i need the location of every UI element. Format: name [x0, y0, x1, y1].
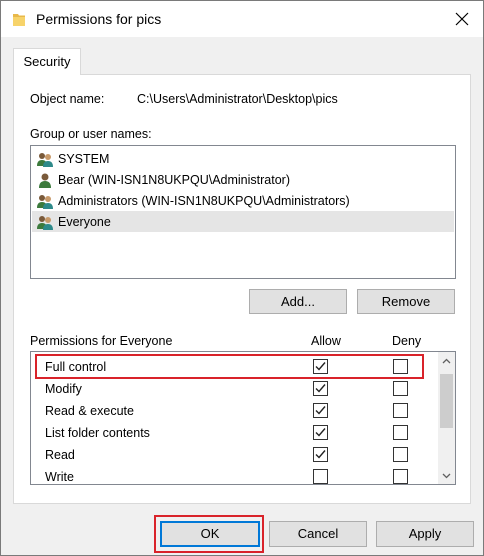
remove-button[interactable]: Remove	[357, 289, 455, 314]
deny-checkbox[interactable]	[393, 447, 408, 462]
users-group-icon	[37, 194, 53, 209]
allow-column-header: Allow	[311, 334, 341, 348]
list-item-label: Administrators (WIN-ISN1N8UKPQU\Administ…	[58, 193, 350, 208]
highlight-ok	[154, 515, 264, 553]
list-item[interactable]: SYSTEM	[32, 148, 454, 169]
permission-row-modify: Modify	[31, 378, 439, 400]
permission-row-write: Write	[31, 466, 439, 484]
list-item[interactable]: Bear (WIN-ISN1N8UKPQU\Administrator)	[32, 169, 454, 190]
allow-checkbox[interactable]	[313, 381, 328, 396]
folder-icon	[13, 14, 25, 26]
users-group-icon	[37, 152, 53, 167]
highlight-full-control	[35, 354, 424, 379]
list-item-selected[interactable]: Everyone	[32, 211, 454, 232]
users-group-icon	[37, 215, 53, 230]
permission-name: Read	[45, 448, 75, 462]
permission-name: List folder contents	[45, 426, 150, 440]
scroll-up-button[interactable]	[438, 352, 455, 369]
vertical-scrollbar[interactable]	[438, 352, 455, 484]
deny-checkbox[interactable]	[393, 403, 408, 418]
close-icon	[455, 12, 469, 26]
group-names-label: Group or user names:	[30, 127, 152, 141]
permission-row-list-folder: List folder contents	[31, 422, 439, 444]
chevron-down-icon	[442, 473, 451, 478]
list-item[interactable]: Administrators (WIN-ISN1N8UKPQU\Administ…	[32, 190, 454, 211]
list-item-label: Bear (WIN-ISN1N8UKPQU\Administrator)	[58, 172, 290, 187]
chevron-up-icon	[442, 358, 451, 363]
permission-name: Write	[45, 470, 74, 484]
allow-checkbox[interactable]	[313, 403, 328, 418]
permission-name: Read & execute	[45, 404, 134, 418]
tab-security[interactable]: Security	[13, 48, 81, 75]
allow-checkbox[interactable]	[313, 447, 328, 462]
checkmark-icon	[315, 428, 326, 437]
checkmark-icon	[315, 406, 326, 415]
permissions-dialog: Permissions for pics Security Object nam…	[0, 0, 484, 556]
checkmark-icon	[315, 450, 326, 459]
allow-checkbox[interactable]	[313, 425, 328, 440]
permission-name: Modify	[45, 382, 82, 396]
scrollbar-thumb[interactable]	[440, 374, 453, 428]
apply-button[interactable]: Apply	[376, 521, 474, 547]
title-bar[interactable]: Permissions for pics	[1, 1, 483, 37]
scroll-down-button[interactable]	[438, 467, 455, 484]
permission-row-read: Read	[31, 444, 439, 466]
deny-checkbox[interactable]	[393, 469, 408, 484]
allow-checkbox[interactable]	[313, 469, 328, 484]
group-user-list[interactable]: SYSTEM Bear (WIN-ISN1N8UKPQU\Administrat…	[30, 145, 456, 279]
list-item-label: SYSTEM	[58, 151, 110, 166]
object-name-value: C:\Users\Administrator\Desktop\pics	[137, 92, 338, 106]
deny-column-header: Deny	[392, 334, 422, 348]
add-button[interactable]: Add...	[249, 289, 347, 314]
close-button[interactable]	[441, 1, 483, 37]
window-title: Permissions for pics	[36, 11, 162, 27]
deny-checkbox[interactable]	[393, 425, 408, 440]
cancel-button[interactable]: Cancel	[269, 521, 367, 547]
object-name-label: Object name:	[30, 92, 105, 106]
checkmark-icon	[315, 384, 326, 393]
deny-checkbox[interactable]	[393, 381, 408, 396]
permissions-label: Permissions for Everyone	[30, 334, 173, 348]
user-icon	[39, 173, 51, 188]
list-item-label: Everyone	[58, 214, 111, 229]
permission-row-read-execute: Read & execute	[31, 400, 439, 422]
